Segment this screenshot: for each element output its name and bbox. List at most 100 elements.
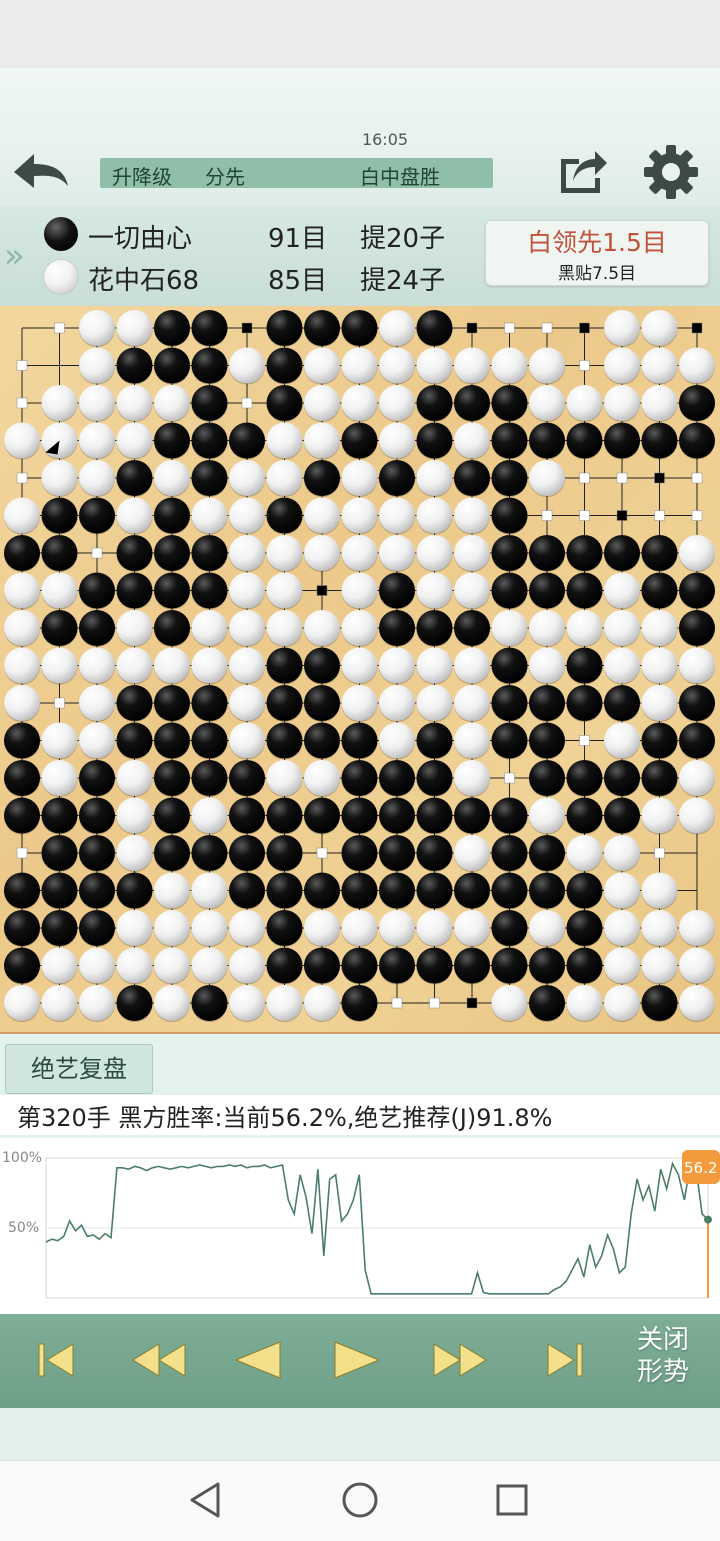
black-stone[interactable] [266,947,303,984]
white-stone[interactable] [304,760,340,796]
black-stone[interactable] [191,722,228,759]
black-stone[interactable] [341,947,378,984]
black-stone[interactable] [154,310,190,346]
white-stone[interactable] [416,497,453,534]
black-stone[interactable] [416,610,453,646]
white-stone[interactable] [491,347,528,384]
white-stone[interactable] [191,797,228,834]
white-stone[interactable] [604,947,640,984]
white-stone[interactable] [191,947,228,984]
black-stone[interactable] [304,460,340,496]
settings-button[interactable] [642,143,700,201]
black-stone[interactable] [491,835,528,871]
black-stone[interactable] [604,535,640,571]
black-stone[interactable] [566,535,603,571]
black-stone[interactable] [416,797,453,834]
black-stone[interactable] [41,797,78,834]
white-stone[interactable] [79,310,115,346]
white-stone[interactable] [454,835,490,871]
ai-review-button[interactable]: 绝艺复盘 [5,1044,153,1094]
white-stone[interactable] [454,722,490,759]
black-stone[interactable] [454,872,490,909]
white-stone[interactable] [679,347,715,384]
black-stone[interactable] [79,910,115,946]
black-stone[interactable] [529,947,565,984]
black-stone[interactable] [229,760,265,796]
black-stone[interactable] [341,722,378,759]
black-stone[interactable] [416,947,453,984]
black-stone[interactable] [529,835,565,871]
white-stone[interactable] [266,610,303,646]
white-stone[interactable] [679,797,715,834]
white-stone[interactable] [679,985,715,1021]
white-stone[interactable] [41,760,78,796]
black-stone[interactable] [454,797,490,834]
black-stone[interactable] [604,685,640,721]
black-stone[interactable] [266,385,303,421]
white-stone[interactable] [79,347,115,384]
white-stone[interactable] [79,947,115,984]
white-stone[interactable] [266,572,303,609]
white-stone[interactable] [604,985,640,1021]
white-stone[interactable] [379,722,415,759]
white-stone[interactable] [79,422,115,459]
black-stone[interactable] [304,797,340,834]
white-stone[interactable] [41,572,78,609]
black-stone[interactable] [79,497,115,534]
white-stone[interactable] [79,385,115,421]
white-stone[interactable] [154,460,190,496]
white-stone[interactable] [604,647,640,684]
black-stone[interactable] [191,385,228,421]
white-stone[interactable] [229,572,265,609]
black-stone[interactable] [266,685,303,721]
white-stone[interactable] [116,760,153,796]
white-stone[interactable] [79,685,115,721]
white-stone[interactable] [379,347,415,384]
black-stone[interactable] [41,610,78,646]
black-stone[interactable] [566,760,603,796]
white-stone[interactable] [191,910,228,946]
black-stone[interactable] [379,572,415,609]
black-stone[interactable] [529,985,565,1021]
black-stone[interactable] [379,460,415,496]
black-stone[interactable] [229,835,265,871]
white-stone[interactable] [116,310,153,346]
black-stone[interactable] [116,985,153,1021]
expand-chevron-icon[interactable]: » [4,236,25,276]
black-stone[interactable] [529,685,565,721]
black-stone[interactable] [416,760,453,796]
white-stone[interactable] [529,347,565,384]
white-stone[interactable] [191,497,228,534]
white-stone[interactable] [304,535,340,571]
white-stone[interactable] [229,647,265,684]
black-stone[interactable] [491,872,528,909]
white-stone[interactable] [341,385,378,421]
black-stone[interactable] [491,722,528,759]
nav-home-button[interactable] [338,1478,382,1522]
black-stone[interactable] [4,722,40,759]
white-stone[interactable] [604,910,640,946]
white-stone[interactable] [641,647,678,684]
black-stone[interactable] [154,347,190,384]
go-board[interactable] [0,306,720,1034]
white-stone[interactable] [416,685,453,721]
white-stone[interactable] [604,347,640,384]
white-stone[interactable] [154,872,190,909]
previous-move-button[interactable] [228,1330,288,1390]
black-stone[interactable] [379,610,415,646]
black-stone[interactable] [341,835,378,871]
black-stone[interactable] [679,385,715,421]
white-stone[interactable] [454,760,490,796]
white-stone[interactable] [41,385,78,421]
fast-forward-button[interactable] [428,1330,492,1390]
black-stone[interactable] [79,610,115,646]
black-stone[interactable] [4,797,40,834]
white-stone[interactable] [304,910,340,946]
white-stone[interactable] [416,535,453,571]
black-stone[interactable] [304,722,340,759]
black-stone[interactable] [529,535,565,571]
white-stone[interactable] [641,685,678,721]
white-stone[interactable] [379,385,415,421]
white-stone[interactable] [454,572,490,609]
white-stone[interactable] [266,535,303,571]
